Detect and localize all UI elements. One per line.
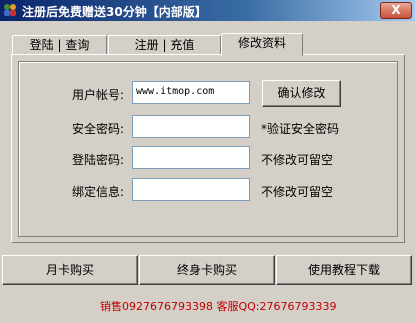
close-icon: X (391, 3, 401, 17)
tab-login-query[interactable]: 登陆 | 查询 (12, 35, 107, 55)
bind-info-label: 绑定信息: (72, 185, 125, 199)
login-password-label: 登陆密码: (72, 153, 125, 167)
bind-info-input[interactable] (132, 178, 250, 201)
users-icon (4, 4, 16, 16)
tutorial-download-button[interactable]: 使用教程下载 (276, 255, 412, 285)
password-input[interactable] (132, 115, 250, 138)
tab-modify-info[interactable]: 修改资料 (221, 33, 303, 56)
password-label: 安全密码: (72, 122, 125, 136)
tab-register-recharge[interactable]: 注册 | 充值 (108, 35, 221, 55)
status-text: 销售0927676793398 客服QQ:27676793339 (100, 300, 337, 313)
tab-panel: 用户帐号: www.itmop.com 确认修改 安全密码: *验证安全密码 登… (11, 54, 405, 243)
confirm-modify-button[interactable]: 确认修改 (262, 80, 341, 107)
password-hint: *验证安全密码 (261, 122, 340, 136)
account-label: 用户帐号: (72, 88, 125, 102)
monthly-card-button[interactable]: 月卡购买 (2, 255, 138, 285)
bind-info-hint: 不修改可留空 (261, 185, 334, 199)
lifetime-card-button[interactable]: 终身卡购买 (139, 255, 275, 285)
window-title: 注册后免费赠送30分钟【内部版】 (22, 5, 207, 19)
form-group: 用户帐号: www.itmop.com 确认修改 安全密码: *验证安全密码 登… (18, 61, 398, 237)
login-password-hint: 不修改可留空 (261, 153, 334, 167)
login-password-input[interactable] (132, 146, 250, 169)
title-bar: 注册后免费赠送30分钟【内部版】 X (0, 0, 415, 21)
account-input[interactable]: www.itmop.com (132, 81, 250, 104)
close-button[interactable]: X (380, 2, 412, 19)
